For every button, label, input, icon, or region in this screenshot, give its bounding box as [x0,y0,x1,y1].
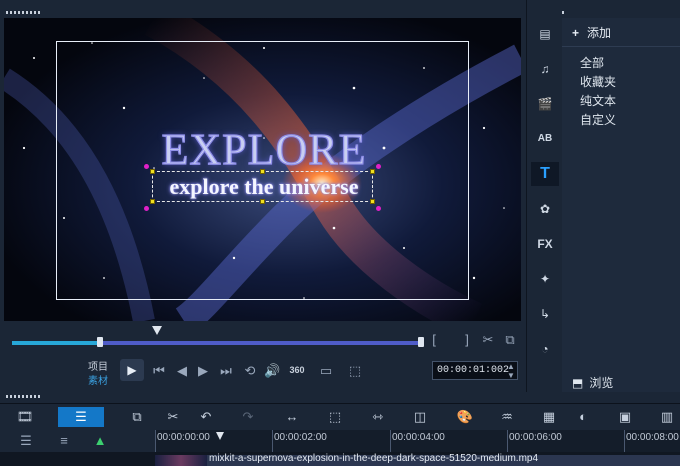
ripple-edit-icon[interactable]: ◫ [409,407,431,427]
path-tab-icon[interactable]: ↳ [531,302,559,326]
timeline-ruler[interactable]: 00:00:00:00 00:00:02:00 00:00:04:00 00:0… [155,430,680,452]
ruler-tick [507,430,508,452]
divider [562,46,680,47]
audio-mixer-icon[interactable]: ♒ [496,407,518,427]
speed-tab-icon[interactable]: ◔ [531,337,559,361]
video-editor-window: EXPLORE explore the universe [ ] ✂ ⧉ 项目 … [0,0,680,466]
repeat-icon[interactable]: ⟲ [242,363,258,379]
rotate-handle[interactable] [144,164,149,169]
trim-end-handle[interactable] [418,337,424,347]
play-button[interactable]: ▶ [120,359,144,381]
library-tab-column: ▤ ♫ 🎬 AB T ✿ FX ✦ ↳ ◔ [526,0,562,392]
split-clip-icon[interactable]: ✂ [481,332,495,348]
scrubber-playhead[interactable] [152,326,162,335]
trim-start-handle[interactable] [97,337,103,347]
effect-tab-icon[interactable]: ✦ [531,267,559,291]
trim-range [100,341,422,345]
add-category-button[interactable]: + 添加 [572,24,611,41]
track-height-icon[interactable]: ⬚ [324,407,346,427]
rotate-handle[interactable] [376,206,381,211]
track-manager-icon[interactable]: ▥ [656,407,678,427]
zoom-icon[interactable]: ⇿ [367,407,389,427]
resize-handle[interactable] [260,169,265,174]
resize-handle[interactable] [370,199,375,204]
undo-icon[interactable]: ↶ [195,407,217,427]
selection-box[interactable] [152,171,373,202]
plus-icon: + [572,26,580,40]
browse-button[interactable]: ⬒ 浏览 [572,374,613,391]
timecode-stepper-icon[interactable]: ▲ ▼ [506,362,516,380]
filter-tab-icon[interactable]: FX [531,232,559,256]
browse-label: 浏览 [589,376,614,390]
storyboard-view-icon[interactable]: 🎞 [14,407,36,427]
previous-frame-icon[interactable]: ◀ [175,363,189,379]
mask-icon[interactable]: ◐ [572,407,594,427]
instant-project-tab-icon[interactable]: 🎬 [531,92,559,116]
timeline-playhead[interactable] [216,432,224,440]
title-tab-icon[interactable]: T [531,162,559,186]
project-mode-label[interactable]: 项目 [88,358,108,373]
subtitle-editor-icon[interactable]: ▣ [614,407,636,427]
multi-trim-icon[interactable]: ⧉ [126,407,148,427]
ruler-label: 00:00:06:00 [509,432,562,443]
clip-mode-label[interactable]: 素材 [88,372,108,387]
crop-icon[interactable]: ⬚ [345,363,365,379]
panel-grip[interactable] [6,11,40,14]
ruler-tick [390,430,391,452]
sort-icon[interactable]: ≡ [56,433,72,449]
ruler-label: 00:00:00:00 [157,432,210,443]
playback-controls: 项目 素材 ▶ ⏮ ◀ ▶ ⏭ ⟲ 🔊 360 ▭ ⬚ 00:00:01:002… [0,353,526,389]
resize-handle[interactable] [260,199,265,204]
track-header-controls: ☰ ≡ ▲ [0,430,155,452]
scrub-bar[interactable]: [ ] ✂ ⧉ [0,321,526,353]
graphics-tab-icon[interactable]: ✿ [531,197,559,221]
volume-icon[interactable]: 🔊 [264,363,280,379]
motion-tracking-icon[interactable]: ▦ [538,407,560,427]
ruler-label: 00:00:04:00 [392,432,445,443]
enlarge-preview-icon[interactable]: ⧉ [503,332,517,348]
category-item[interactable]: 收藏夹 [580,73,616,90]
360-view-icon[interactable]: 360 [286,362,308,378]
browse-icon: ⬒ [572,376,584,390]
timeline-view-icon[interactable]: ☰ [58,407,104,427]
played-range [12,341,100,345]
library-panel: + 添加 全部 收藏夹 纯文本 自定义 ⬒ 浏览 [562,18,680,392]
mark-in-icon[interactable]: [ [428,332,440,348]
category-item[interactable]: 全部 [580,54,604,71]
fit-timeline-icon[interactable]: ↔ [281,407,303,427]
media-tab-icon[interactable]: ▤ [531,22,559,46]
ruler-tick [155,430,156,452]
rotate-handle[interactable] [376,164,381,169]
category-item[interactable]: 自定义 [580,111,616,128]
audio-tab-icon[interactable]: ♫ [531,57,559,81]
color-grading-icon[interactable]: 🎨 [454,407,476,427]
ruler-tick [624,430,625,452]
track-list-icon[interactable]: ☰ [18,433,34,449]
preview-window[interactable]: EXPLORE explore the universe [4,18,521,321]
title-text[interactable]: EXPLORE [154,124,374,175]
ruler-label: 00:00:02:00 [274,432,327,443]
redo-icon[interactable]: ↷ [237,407,259,427]
end-icon[interactable]: ⏭ [219,363,233,379]
video-clip[interactable]: mixkit-a-supernova-explosion-in-the-deep… [155,453,680,466]
timeline-toolbar: 🎞 ☰ ⧉ ✂ ↶ ↷ ↔ ⬚ ⇿ ◫ 🎨 ♒ ▦ ◐ ▣ ▥ [0,403,680,430]
mark-out-icon[interactable]: ] [461,332,473,348]
home-icon[interactable]: ⏮ [152,363,166,379]
resize-handle[interactable] [370,169,375,174]
ruler-tick [272,430,273,452]
ruler-label: 00:00:08:00 [626,432,679,443]
resize-handle[interactable] [150,169,155,174]
next-frame-icon[interactable]: ▶ [196,363,210,379]
add-label: 添加 [587,26,612,40]
tools-icon[interactable]: ✂ [162,407,184,427]
rotate-handle[interactable] [144,206,149,211]
category-item[interactable]: 纯文本 [580,92,616,109]
clip-name: mixkit-a-supernova-explosion-in-the-deep… [209,453,539,464]
clip-thumbnail [155,455,207,466]
add-track-icon[interactable]: ▲ [92,433,108,449]
aspect-ratio-icon[interactable]: ▭ [316,363,336,379]
transition-tab-icon[interactable]: AB [531,127,559,151]
resize-handle[interactable] [150,199,155,204]
panel-grip[interactable] [6,395,40,398]
